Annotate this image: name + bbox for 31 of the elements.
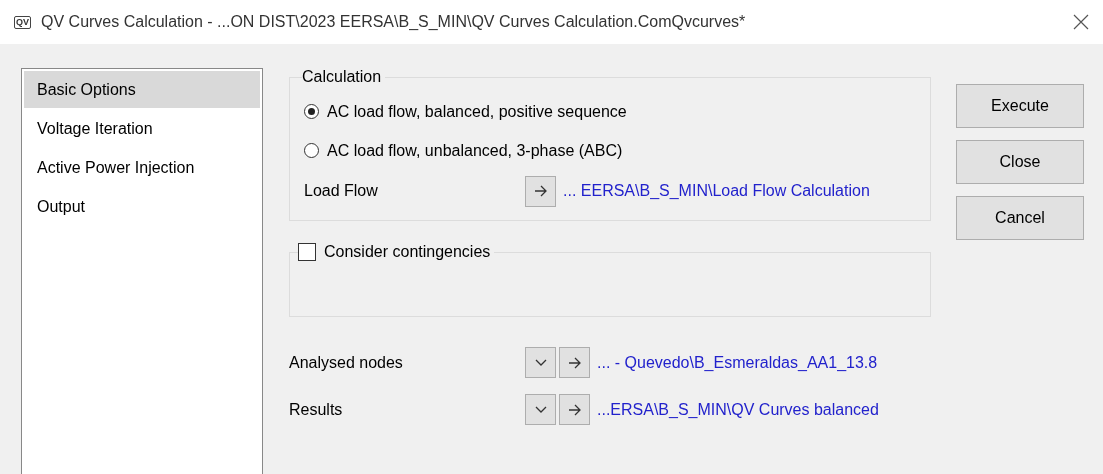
sidebar-item[interactable]: Basic Options <box>24 71 260 108</box>
group-title: Calculation <box>302 68 383 86</box>
sidebar-item[interactable]: Active Power Injection <box>24 149 260 186</box>
jump-button[interactable] <box>559 347 590 378</box>
dialog-button[interactable]: Cancel <box>956 196 1084 240</box>
radio-button[interactable] <box>304 143 319 158</box>
close-icon[interactable] <box>1073 14 1089 30</box>
arrow-right-icon <box>567 356 582 369</box>
chevron-down-icon <box>534 358 547 367</box>
jump-button[interactable] <box>525 175 556 207</box>
checkbox-label: Consider contingencies <box>324 243 491 261</box>
radio-button[interactable] <box>304 104 319 119</box>
field-label: Load Flow <box>304 182 379 200</box>
field-label: Analysed nodes <box>289 353 404 372</box>
window-title: QV Curves Calculation - ...ON DIST\2023 EERSA\B_S_MIN\QV Curves Calculation.ComQvcurves* <box>41 13 747 31</box>
radio-label: AC load flow, balanced, positive sequence <box>327 102 627 121</box>
field-label: Results <box>289 400 344 419</box>
reference-link[interactable]: ... - Quevedo\B_Esmeraldas_AA1_13.8 <box>597 353 878 372</box>
reference-link[interactable]: ...ERSA\B_S_MIN\QV Curves balanced <box>597 400 879 419</box>
chevron-down-icon <box>534 405 547 414</box>
arrow-right-icon <box>533 185 548 197</box>
radio-label: AC load flow, unbalanced, 3-phase (ABC) <box>327 141 623 160</box>
reference-link[interactable]: ... EERSA\B_S_MIN\Load Flow Calculation <box>563 182 870 200</box>
app-icon: QV <box>14 15 31 29</box>
arrow-right-icon <box>567 403 582 416</box>
dialog-button[interactable]: Execute <box>956 84 1084 128</box>
sidebar-item[interactable]: Voltage Iteration <box>24 110 260 147</box>
checkbox[interactable] <box>298 243 316 261</box>
jump-button[interactable] <box>559 394 590 425</box>
sidebar-item[interactable]: Output <box>24 188 260 225</box>
dialog-button[interactable]: Close <box>956 140 1084 184</box>
